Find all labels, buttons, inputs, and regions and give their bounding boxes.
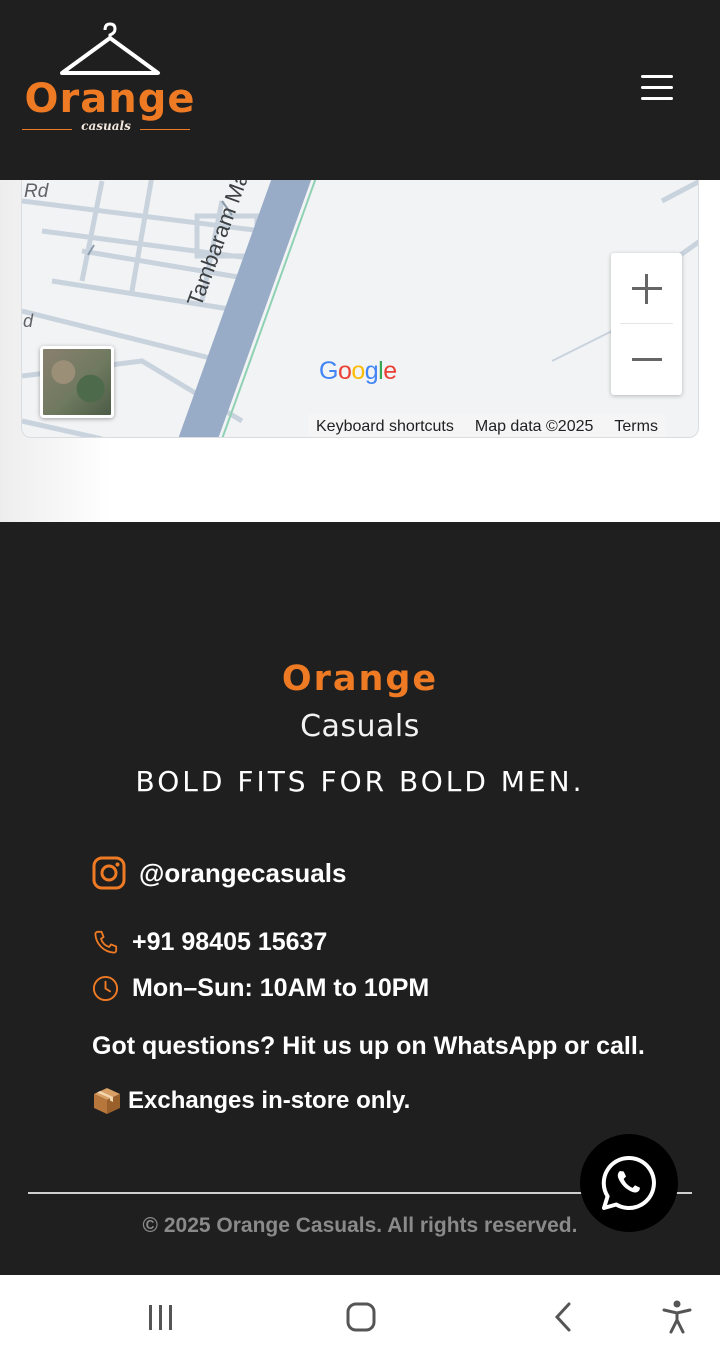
phone-link[interactable]: +91 98405 15637 xyxy=(92,928,327,957)
footer-brand-sub: Casuals xyxy=(300,709,420,744)
map-data-text: Map data ©2025 xyxy=(474,418,594,435)
phone-icon xyxy=(94,930,118,954)
hamburger-menu-icon[interactable] xyxy=(632,66,682,108)
package-icon xyxy=(94,1088,120,1114)
minus-icon xyxy=(632,358,662,361)
opening-hours: Mon–Sun: 10AM to 10PM xyxy=(92,974,429,1003)
map-attribution: Keyboard shortcuts Map data ©2025 Terms xyxy=(308,414,666,437)
keyboard-shortcuts-link[interactable]: Keyboard shortcuts xyxy=(316,414,454,437)
instagram-icon xyxy=(92,856,126,890)
footer-brand-name: Orange xyxy=(281,659,439,699)
footer-tagline: BOLD FITS FOR BOLD MEN. xyxy=(135,765,585,798)
hours-text: Mon–Sun: 10AM to 10PM xyxy=(132,974,430,1002)
exchange-text: Exchanges in-store only. xyxy=(128,1087,411,1114)
recents-icon[interactable] xyxy=(140,1297,180,1337)
logo-wordmark: Orange xyxy=(24,76,196,122)
map-roads xyxy=(22,180,698,437)
zoom-out-button[interactable] xyxy=(611,324,682,395)
zoom-in-button[interactable] xyxy=(611,253,682,324)
instagram-link[interactable]: @orangecasuals xyxy=(92,856,346,890)
site-header: Orange casuals xyxy=(0,0,720,180)
logo-subtitle: casuals xyxy=(72,118,140,134)
terms-link[interactable]: Terms xyxy=(614,414,658,437)
google-map[interactable]: Rd d Tambaram Main Rd Google Keyboard sh… xyxy=(21,180,699,438)
back-icon[interactable] xyxy=(544,1297,584,1337)
accessibility-icon[interactable] xyxy=(657,1297,697,1337)
map-street-label: d xyxy=(23,311,34,331)
exchange-policy: Exchanges in-store only. xyxy=(92,1086,410,1116)
whatsapp-button[interactable] xyxy=(580,1134,678,1232)
system-navigation-bar xyxy=(0,1275,720,1359)
whatsapp-icon xyxy=(601,1155,656,1210)
home-icon[interactable] xyxy=(341,1297,381,1337)
orange-casuals-logo[interactable]: Orange casuals xyxy=(16,18,202,138)
instagram-handle: @orangecasuals xyxy=(139,857,347,888)
satellite-view-toggle[interactable] xyxy=(40,346,114,418)
map-zoom-controls xyxy=(611,253,682,395)
map-street-label: Rd xyxy=(24,181,49,202)
clock-icon xyxy=(92,975,119,1002)
phone-number: +91 98405 15637 xyxy=(132,928,328,956)
questions-text: Got questions? Hit us up on WhatsApp or … xyxy=(92,1032,645,1060)
google-logo[interactable]: Google xyxy=(319,357,397,386)
map-section: Rd d Tambaram Main Rd Google Keyboard sh… xyxy=(0,180,720,522)
